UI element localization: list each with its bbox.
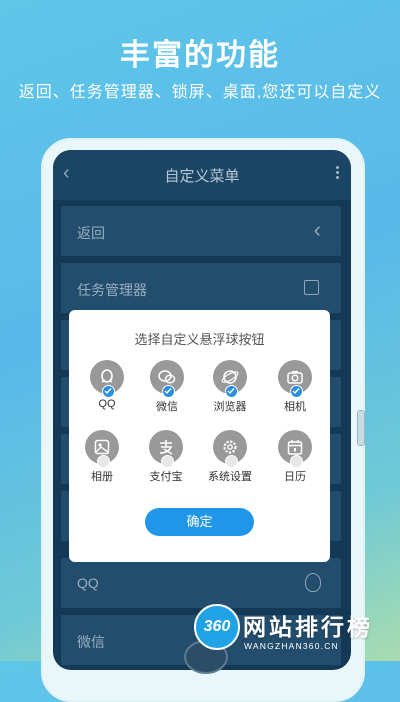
wechat-icon [150,360,184,398]
option-label: 相册 [91,471,113,483]
camera-icon [278,360,312,398]
check-badge-icon [290,385,303,398]
menu-row-task-manager[interactable]: 任务管理器 [61,263,341,313]
menu-row-label: QQ [77,575,99,591]
option-settings[interactable]: 系统设置 [200,430,260,484]
menu-row-label: 返回 [77,225,105,241]
check-badge-icon [102,385,115,398]
unchecked-badge-icon [225,455,238,468]
option-label: 日历 [284,471,306,483]
menu-row-back[interactable]: 返回 ‹ [61,206,341,256]
option-browser[interactable]: 浏览器 [200,360,260,414]
gallery-icon [85,430,119,468]
menu-row-qq[interactable]: QQ [61,558,341,608]
promo-headline: 丰富的功能 [120,39,280,72]
qq-icon [90,360,124,398]
option-wechat[interactable]: 微信 [137,360,197,414]
option-alipay[interactable]: 支付宝 [136,430,196,484]
page-title: 自定义菜单 [164,168,240,185]
option-camera[interactable]: 相机 [265,360,325,414]
choose-button-dialog: 选择自定义悬浮球按钮 QQ 微信 浏览器 相机 相册 支付宝 系统设置 日历 确… [69,310,330,562]
phone-side-button [357,410,365,446]
promo-subline: 返回、任务管理器、锁屏、桌面,您还可以自定义 [18,84,382,101]
option-label: 支付宝 [149,471,183,483]
option-label: 浏览器 [213,401,247,413]
menu-row-label: 微信 [77,634,105,650]
unchecked-badge-icon [97,455,110,468]
watermark-name: 网站排行榜 [243,614,373,640]
option-gallery[interactable]: 相册 [72,430,132,484]
menu-row-label: 任务管理器 [77,282,147,298]
chevron-left-icon: ‹ [313,217,321,242]
dialog-title: 选择自定义悬浮球按钮 [134,332,265,347]
option-label: QQ [98,398,116,410]
check-badge-icon [162,385,175,398]
unchecked-badge-icon [290,455,303,468]
watermark-url: WANGZHAN360.CN [244,641,339,651]
watermark-logo: 360 [194,604,240,650]
browser-icon [213,360,247,398]
unchecked-badge-icon [161,455,174,468]
option-label: 系统设置 [208,471,252,483]
confirm-button[interactable]: 确定 [145,508,254,536]
check-badge-icon [225,385,238,398]
app-bar: ‹ 自定义菜单 [53,150,351,200]
option-calendar[interactable]: 日历 [265,430,325,484]
option-qq[interactable]: QQ [77,360,137,410]
qq-icon [305,573,321,592]
more-vert-icon[interactable] [335,164,339,182]
option-label: 微信 [156,401,178,413]
alipay-icon [149,430,183,468]
checkbox-icon[interactable] [304,280,319,295]
calendar-icon [278,430,312,468]
option-label: 相机 [284,401,306,413]
settings-icon [213,430,247,468]
